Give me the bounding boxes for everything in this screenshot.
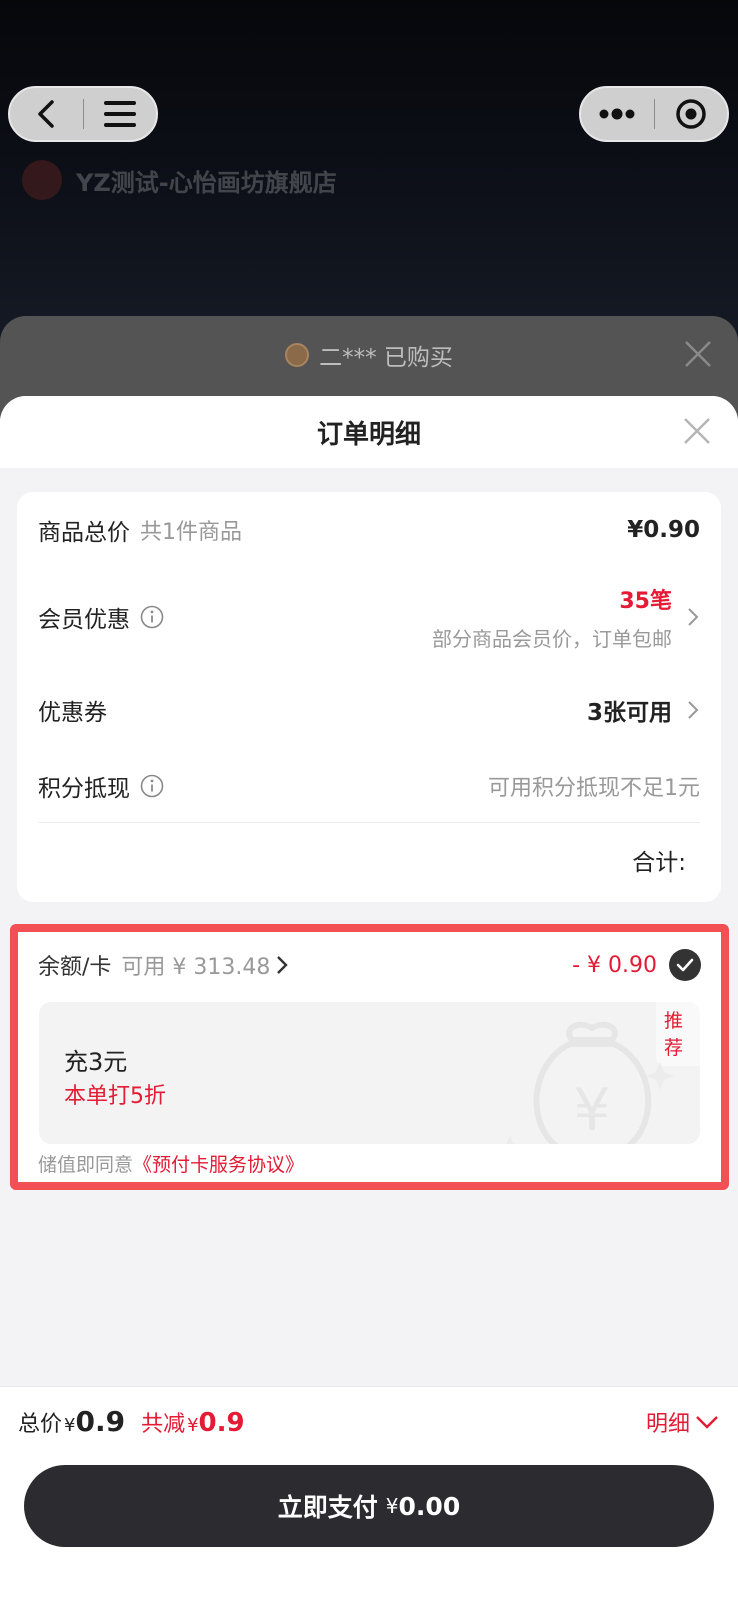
sheet-title: 订单明细 bbox=[316, 419, 421, 450]
close-icon[interactable] bbox=[682, 338, 714, 370]
member-desc: 部分商品会员价，订单包邮 bbox=[432, 626, 672, 651]
close-miniprogram-button[interactable] bbox=[655, 88, 728, 140]
points-row: 积分抵现 可用积分抵现不足1元 bbox=[38, 766, 700, 806]
balance-label: 余额/卡 bbox=[38, 955, 112, 980]
pay-now-button[interactable]: 立即支付 ¥ 0.00 bbox=[24, 1465, 714, 1547]
balance-card-section: 余额/卡 可用 ¥ 313.48 - ¥ 0.90 充3元 本单打5折 推荐 ¥… bbox=[10, 924, 729, 1190]
balance-deduction: - ¥ 0.90 bbox=[572, 952, 657, 978]
info-icon[interactable] bbox=[140, 605, 164, 629]
recharge-title: 充3元 bbox=[64, 1048, 128, 1076]
coupon-row[interactable]: 优惠券 3张可用 bbox=[38, 690, 700, 730]
recharge-offer-card[interactable]: 充3元 本单打5折 推荐 ¥ bbox=[39, 1002, 700, 1144]
member-discount-detail: 35笔 部分商品会员价，订单包邮 bbox=[432, 583, 700, 652]
chevron-right-icon bbox=[688, 701, 699, 719]
divider bbox=[38, 822, 700, 823]
pay-amount: 0.00 bbox=[398, 1491, 461, 1521]
pay-now-label: 立即支付 bbox=[277, 1493, 378, 1522]
toast-text: 二*** 已购买 bbox=[319, 345, 453, 371]
chevron-right-icon bbox=[277, 956, 289, 974]
pay-currency: ¥ bbox=[385, 1494, 399, 1518]
bottom-pay-bar: 总价 ¥ 0.9 共减 ¥ 0.9 明细 立即支付 ¥ 0.00 bbox=[0, 1386, 738, 1602]
sheet-header: 订单明细 bbox=[0, 396, 738, 468]
goods-total-row: 商品总价 共1件商品 ¥0.90 bbox=[38, 510, 700, 550]
detail-toggle-label: 明细 bbox=[645, 1412, 690, 1437]
member-discount-row[interactable]: 会员优惠 35笔 部分商品会员价，订单包邮 bbox=[38, 583, 700, 652]
total-value: 0.9 bbox=[75, 1405, 126, 1438]
goods-total-value: ¥0.90 bbox=[627, 517, 700, 543]
total-summary-row: 总价 ¥ 0.9 共减 ¥ 0.9 明细 bbox=[18, 1405, 720, 1445]
store-hero-background: YZ测试-心怡画坊旗舰店 bbox=[0, 0, 738, 340]
nav-capsule-right bbox=[579, 86, 729, 142]
chevron-right-icon bbox=[688, 608, 699, 626]
svg-text:¥: ¥ bbox=[574, 1076, 611, 1144]
prepaid-card-agreement-link[interactable]: 《预付卡服务协议》 bbox=[133, 1154, 304, 1176]
target-circle-icon bbox=[676, 99, 706, 129]
points-value: 可用积分抵现不足1元 bbox=[488, 776, 700, 801]
menu-button[interactable] bbox=[84, 88, 157, 140]
store-name: YZ测试-心怡画坊旗舰店 bbox=[76, 168, 337, 197]
chevron-left-icon bbox=[38, 100, 54, 128]
subtotal-label: 合计: bbox=[632, 850, 686, 876]
coupon-value: 3张可用 bbox=[586, 700, 672, 726]
balance-available: 可用 ¥ 313.48 bbox=[121, 955, 271, 980]
total-label: 总价 bbox=[18, 1412, 63, 1437]
recharge-subtitle: 本单打5折 bbox=[64, 1084, 166, 1109]
coupon-label: 优惠券 bbox=[38, 700, 107, 726]
total-currency: ¥ bbox=[64, 1415, 76, 1436]
balance-checkbox[interactable] bbox=[669, 949, 701, 981]
subtotal-row: 合计: bbox=[38, 840, 700, 880]
discount-label: 共减 bbox=[141, 1412, 186, 1437]
detail-toggle-button[interactable]: 明细 bbox=[646, 1406, 720, 1438]
purchase-toast: 二*** 已购买 bbox=[0, 338, 738, 372]
member-count: 35笔 bbox=[619, 588, 672, 614]
nav-capsule-left bbox=[8, 86, 158, 142]
agreement-prefix: 储值即同意 bbox=[38, 1154, 134, 1176]
chevron-down-icon bbox=[696, 1416, 718, 1429]
more-dots-icon bbox=[599, 108, 635, 120]
close-icon[interactable] bbox=[682, 416, 712, 446]
info-icon[interactable] bbox=[140, 774, 164, 798]
discount-currency: ¥ bbox=[187, 1415, 199, 1436]
balance-row[interactable]: 余额/卡 可用 ¥ 313.48 - ¥ 0.90 bbox=[38, 946, 701, 984]
store-header: YZ测试-心怡画坊旗舰店 bbox=[22, 160, 337, 200]
check-icon bbox=[676, 958, 694, 972]
hamburger-icon bbox=[103, 101, 136, 127]
agreement-text: 储值即同意《预付卡服务协议》 bbox=[38, 1150, 304, 1177]
goods-total-label: 商品总价 bbox=[38, 520, 130, 546]
back-button[interactable] bbox=[10, 88, 83, 140]
store-logo bbox=[22, 160, 62, 200]
more-button[interactable] bbox=[581, 88, 654, 140]
goods-count: 共1件商品 bbox=[140, 520, 242, 545]
discount-value: 0.9 bbox=[198, 1408, 245, 1438]
member-discount-label: 会员优惠 bbox=[38, 607, 130, 633]
money-bag-icon: ¥ bbox=[504, 1021, 674, 1144]
order-detail-card: 商品总价 共1件商品 ¥0.90 会员优惠 35笔 部分商品会员价，订单包邮 优… bbox=[17, 492, 721, 902]
buyer-avatar bbox=[285, 343, 310, 367]
points-label: 积分抵现 bbox=[38, 776, 130, 802]
